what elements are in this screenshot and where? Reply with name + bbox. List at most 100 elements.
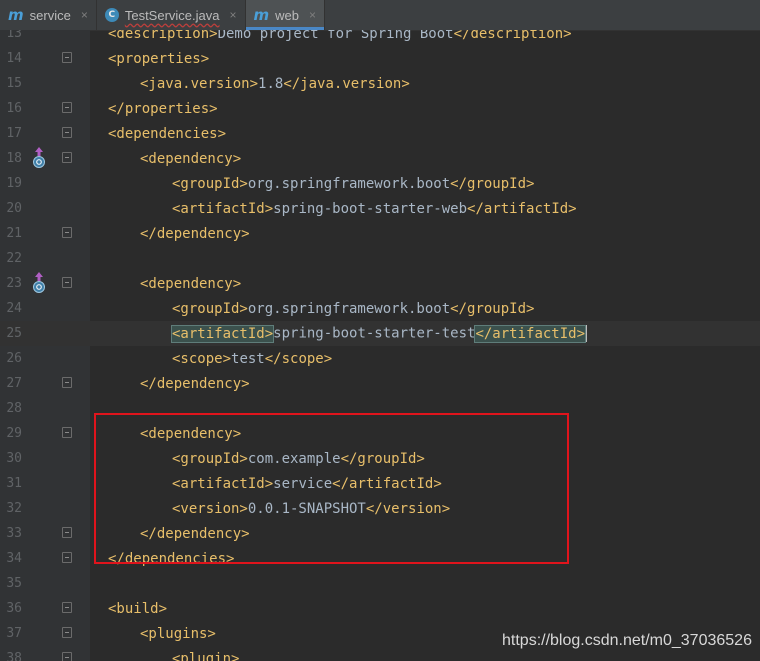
line-number: 25 xyxy=(6,326,22,341)
xml-tag: <properties> xyxy=(108,50,210,67)
code-line[interactable]: 26 <scope>test</scope> xyxy=(0,346,760,371)
close-icon[interactable]: × xyxy=(230,8,237,22)
code-line[interactable]: 25 <artifactId>spring-boot-starter-test</… xyxy=(0,321,760,346)
editor-tab-bar: m service × C TestService.java × m web × xyxy=(0,0,760,31)
line-number: 19 xyxy=(6,176,22,191)
annotation-highlight-box xyxy=(94,413,569,564)
line-number: 30 xyxy=(6,451,22,466)
code-line[interactable]: 19 <groupId>org.springframework.boot</gro… xyxy=(0,171,760,196)
line-number: 28 xyxy=(6,401,22,416)
tab-service[interactable]: m service × xyxy=(0,0,97,30)
xml-tag: <artifactId> xyxy=(172,200,274,217)
xml-tag: </dependency> xyxy=(140,375,250,392)
override-up-icon[interactable] xyxy=(31,272,47,294)
tab-testservice-java[interactable]: C TestService.java × xyxy=(97,0,246,30)
code-line[interactable]: 23 <dependency> xyxy=(0,271,760,296)
close-icon[interactable]: × xyxy=(81,8,88,22)
line-number: 23 xyxy=(6,276,22,291)
code-text: <groupId>org.springframework.boot</group… xyxy=(172,301,534,317)
line-number: 31 xyxy=(6,476,22,491)
code-line[interactable]: 15 <java.version>1.8</java.version> xyxy=(0,71,760,96)
xml-text: 1.8 xyxy=(258,75,284,92)
xml-text: Demo project for Spring Boot xyxy=(217,30,454,42)
xml-tag: <groupId> xyxy=(172,300,248,317)
xml-tag: <plugins> xyxy=(140,625,216,642)
code-text: <plugin> xyxy=(172,651,239,661)
xml-text: spring-boot-starter-web xyxy=(273,200,468,217)
fold-toggle-icon[interactable] xyxy=(62,602,72,613)
code-line[interactable]: 20 <artifactId>spring-boot-starter-web</a… xyxy=(0,196,760,221)
maven-icon: m xyxy=(253,6,270,24)
line-number: 32 xyxy=(6,501,22,516)
code-text: </dependency> xyxy=(140,226,250,242)
code-line[interactable]: 35 xyxy=(0,571,760,596)
code-line[interactable]: 14 <properties> xyxy=(0,46,760,71)
tab-label: service xyxy=(29,7,71,23)
override-up-icon[interactable] xyxy=(31,147,47,169)
xml-tag: </java.version> xyxy=(283,75,410,92)
xml-tag: <dependency> xyxy=(140,275,242,292)
fold-toggle-icon[interactable] xyxy=(62,52,72,63)
code-text: <groupId>org.springframework.boot</group… xyxy=(172,176,534,192)
fold-toggle-icon[interactable] xyxy=(62,552,72,563)
maven-icon: m xyxy=(8,6,24,24)
tab-label: TestService.java xyxy=(124,7,220,23)
watermark: https://blog.csdn.net/m0_37036526 xyxy=(502,632,752,649)
fold-toggle-icon[interactable] xyxy=(62,627,72,638)
code-line[interactable]: 18 <dependency> xyxy=(0,146,760,171)
xml-tag: <dependencies> xyxy=(108,125,227,142)
fold-toggle-icon[interactable] xyxy=(62,227,72,238)
line-number: 24 xyxy=(6,301,22,316)
line-number: 14 xyxy=(6,51,22,66)
code-text: <artifactId>spring-boot-starter-test</ar… xyxy=(170,324,588,343)
fold-toggle-icon[interactable] xyxy=(62,377,72,388)
line-number: 33 xyxy=(6,526,22,541)
line-number: 16 xyxy=(6,101,22,116)
xml-tag: </dependency> xyxy=(140,225,250,242)
xml-tag: <plugin> xyxy=(172,650,240,661)
code-line[interactable]: 36 <build> xyxy=(0,596,760,621)
class-icon: C xyxy=(104,8,119,22)
close-icon[interactable]: × xyxy=(309,8,316,22)
code-text: <artifactId>spring-boot-starter-web</art… xyxy=(172,201,577,217)
xml-tag: </groupId> xyxy=(450,300,535,317)
fold-toggle-icon[interactable] xyxy=(62,277,72,288)
code-text: <dependencies> xyxy=(108,126,226,142)
fold-toggle-icon[interactable] xyxy=(62,652,72,661)
fold-toggle-icon[interactable] xyxy=(62,152,72,163)
line-number: 22 xyxy=(6,251,22,266)
xml-tag: </artifactId> xyxy=(467,200,577,217)
code-text: </properties> xyxy=(108,101,218,117)
xml-tag: </artifactId> xyxy=(474,324,587,343)
xml-tag: </groupId> xyxy=(450,175,535,192)
code-line[interactable]: 13 <description>Demo project for Spring B… xyxy=(0,30,760,46)
xml-tag: </properties> xyxy=(108,100,218,117)
xml-tag: <dependency> xyxy=(140,150,242,167)
code-line[interactable]: 21 </dependency> xyxy=(0,221,760,246)
text-caret xyxy=(585,325,588,342)
fold-toggle-icon[interactable] xyxy=(62,102,72,113)
line-number: 26 xyxy=(6,351,22,366)
line-number: 34 xyxy=(6,551,22,566)
fold-toggle-icon[interactable] xyxy=(62,127,72,138)
code-text: <plugins> xyxy=(140,626,216,642)
code-editor[interactable]: 13 <description>Demo project for Spring B… xyxy=(0,30,760,661)
code-line[interactable]: 17 <dependencies> xyxy=(0,121,760,146)
line-number: 27 xyxy=(6,376,22,391)
xml-tag: <build> xyxy=(108,600,168,617)
fold-toggle-icon[interactable] xyxy=(62,427,72,438)
code-line[interactable]: 24 <groupId>org.springframework.boot</gro… xyxy=(0,296,760,321)
xml-tag: <artifactId> xyxy=(170,324,275,343)
code-text: <properties> xyxy=(108,51,209,67)
code-line[interactable]: 27 </dependency> xyxy=(0,371,760,396)
xml-tag: </scope> xyxy=(264,350,333,367)
line-number: 36 xyxy=(6,601,22,616)
line-number: 15 xyxy=(6,76,22,91)
line-number: 29 xyxy=(6,426,22,441)
tab-web[interactable]: m web × xyxy=(245,0,326,30)
code-line[interactable]: 22 xyxy=(0,246,760,271)
code-text: <build> xyxy=(108,601,167,617)
xml-text: org.springframework.boot xyxy=(247,300,451,317)
fold-toggle-icon[interactable] xyxy=(62,527,72,538)
code-line[interactable]: 16 </properties> xyxy=(0,96,760,121)
